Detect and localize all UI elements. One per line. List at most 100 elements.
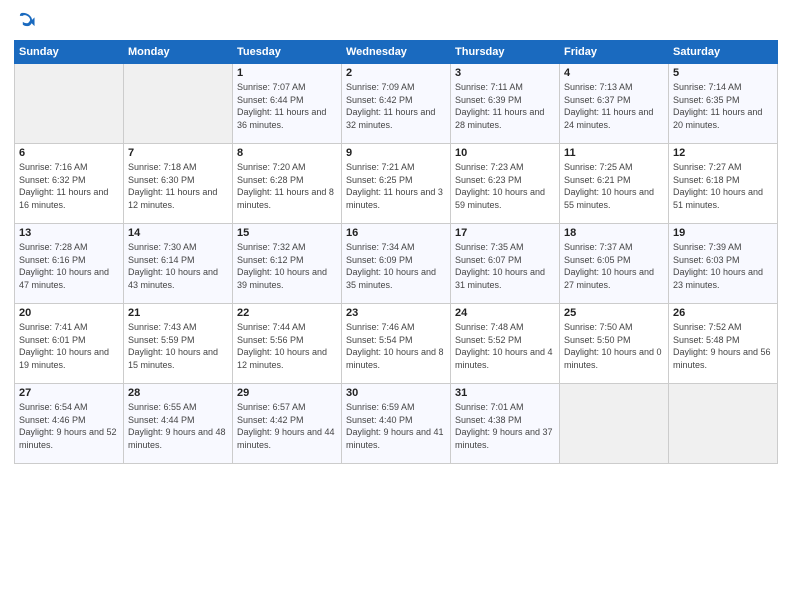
calendar-header: SundayMondayTuesdayWednesdayThursdayFrid… (15, 41, 778, 64)
calendar-cell: 14 Sunrise: 7:30 AM Sunset: 6:14 PM Dayli… (124, 224, 233, 304)
calendar-cell: 5Sunrise: 7:14 AM Sunset: 6:35 PM Daylig… (669, 64, 778, 144)
day-info: Sunrise: 7:43 AM Sunset: 5:59 PM Dayligh… (128, 321, 228, 371)
day-number: 22 (237, 307, 337, 319)
day-info: Sunrise: 7:34 AM Sunset: 6:09 PM Dayligh… (346, 241, 446, 291)
day-info: Sunrise: 7:50 AM Sunset: 5:50 PM Dayligh… (564, 321, 664, 371)
day-info: Sunrise: 6:54 AM Sunset: 4:46 PM Dayligh… (19, 401, 119, 451)
calendar-cell: 29 Sunrise: 6:57 AM Sunset: 4:42 PM Dayli… (233, 384, 342, 464)
day-number: 13 (19, 227, 119, 239)
calendar-week-2: 6 Sunrise: 7:16 AM Sunset: 6:32 PM Daylig… (15, 144, 778, 224)
weekday-header-wednesday: Wednesday (342, 41, 451, 64)
calendar-cell: 22 Sunrise: 7:44 AM Sunset: 5:56 PM Dayli… (233, 304, 342, 384)
calendar-cell: 27 Sunrise: 6:54 AM Sunset: 4:46 PM Dayli… (15, 384, 124, 464)
calendar-week-4: 20 Sunrise: 7:41 AM Sunset: 6:01 PM Dayli… (15, 304, 778, 384)
day-info: Sunrise: 7:18 AM Sunset: 6:30 PM Dayligh… (128, 161, 228, 211)
day-number: 31 (455, 387, 555, 399)
calendar-cell: 18Sunrise: 7:37 AM Sunset: 6:05 PM Dayli… (560, 224, 669, 304)
day-info: Sunrise: 7:35 AM Sunset: 6:07 PM Dayligh… (455, 241, 555, 291)
calendar-cell (124, 64, 233, 144)
day-number: 30 (346, 387, 446, 399)
weekday-header-saturday: Saturday (669, 41, 778, 64)
weekday-header-monday: Monday (124, 41, 233, 64)
day-info: Sunrise: 7:32 AM Sunset: 6:12 PM Dayligh… (237, 241, 337, 291)
calendar-cell: 16Sunrise: 7:34 AM Sunset: 6:09 PM Dayli… (342, 224, 451, 304)
day-info: Sunrise: 7:16 AM Sunset: 6:32 PM Dayligh… (19, 161, 119, 211)
calendar-cell: 26Sunrise: 7:52 AM Sunset: 5:48 PM Dayli… (669, 304, 778, 384)
calendar-cell: 7 Sunrise: 7:18 AM Sunset: 6:30 PM Daylig… (124, 144, 233, 224)
day-info: Sunrise: 7:20 AM Sunset: 6:28 PM Dayligh… (237, 161, 337, 211)
day-info: Sunrise: 7:52 AM Sunset: 5:48 PM Dayligh… (673, 321, 773, 371)
day-number: 15 (237, 227, 337, 239)
day-number: 27 (19, 387, 119, 399)
day-number: 19 (673, 227, 773, 239)
day-info: Sunrise: 7:41 AM Sunset: 6:01 PM Dayligh… (19, 321, 119, 371)
calendar-cell: 23 Sunrise: 7:46 AM Sunset: 5:54 PM Dayli… (342, 304, 451, 384)
day-number: 6 (19, 147, 119, 159)
day-number: 18 (564, 227, 664, 239)
calendar-cell: 1Sunrise: 7:07 AM Sunset: 6:44 PM Daylig… (233, 64, 342, 144)
calendar-cell: 19Sunrise: 7:39 AM Sunset: 6:03 PM Dayli… (669, 224, 778, 304)
calendar-cell: 17 Sunrise: 7:35 AM Sunset: 6:07 PM Dayli… (451, 224, 560, 304)
day-info: Sunrise: 7:30 AM Sunset: 6:14 PM Dayligh… (128, 241, 228, 291)
calendar-cell: 21 Sunrise: 7:43 AM Sunset: 5:59 PM Dayli… (124, 304, 233, 384)
header (14, 10, 778, 32)
day-number: 10 (455, 147, 555, 159)
day-number: 5 (673, 67, 773, 79)
day-info: Sunrise: 7:13 AM Sunset: 6:37 PM Dayligh… (564, 81, 664, 131)
calendar-cell: 31 Sunrise: 7:01 AM Sunset: 4:38 PM Dayli… (451, 384, 560, 464)
day-number: 20 (19, 307, 119, 319)
calendar-cell: 15 Sunrise: 7:32 AM Sunset: 6:12 PM Dayli… (233, 224, 342, 304)
weekday-row: SundayMondayTuesdayWednesdayThursdayFrid… (15, 41, 778, 64)
calendar-cell: 10 Sunrise: 7:23 AM Sunset: 6:23 PM Dayli… (451, 144, 560, 224)
calendar-cell: 12Sunrise: 7:27 AM Sunset: 6:18 PM Dayli… (669, 144, 778, 224)
weekday-header-sunday: Sunday (15, 41, 124, 64)
day-info: Sunrise: 7:01 AM Sunset: 4:38 PM Dayligh… (455, 401, 555, 451)
day-number: 17 (455, 227, 555, 239)
calendar-week-5: 27 Sunrise: 6:54 AM Sunset: 4:46 PM Dayli… (15, 384, 778, 464)
calendar-cell: 13 Sunrise: 7:28 AM Sunset: 6:16 PM Dayli… (15, 224, 124, 304)
day-info: Sunrise: 7:48 AM Sunset: 5:52 PM Dayligh… (455, 321, 555, 371)
calendar-cell: 6 Sunrise: 7:16 AM Sunset: 6:32 PM Daylig… (15, 144, 124, 224)
logo (14, 10, 40, 32)
day-info: Sunrise: 7:25 AM Sunset: 6:21 PM Dayligh… (564, 161, 664, 211)
day-info: Sunrise: 7:23 AM Sunset: 6:23 PM Dayligh… (455, 161, 555, 211)
day-info: Sunrise: 7:46 AM Sunset: 5:54 PM Dayligh… (346, 321, 446, 371)
calendar-table: SundayMondayTuesdayWednesdayThursdayFrid… (14, 40, 778, 464)
day-number: 7 (128, 147, 228, 159)
day-number: 24 (455, 307, 555, 319)
calendar-page: SundayMondayTuesdayWednesdayThursdayFrid… (0, 0, 792, 612)
calendar-cell: 28Sunrise: 6:55 AM Sunset: 4:44 PM Dayli… (124, 384, 233, 464)
day-number: 21 (128, 307, 228, 319)
day-number: 28 (128, 387, 228, 399)
day-info: Sunrise: 7:44 AM Sunset: 5:56 PM Dayligh… (237, 321, 337, 371)
day-number: 14 (128, 227, 228, 239)
calendar-week-1: 1Sunrise: 7:07 AM Sunset: 6:44 PM Daylig… (15, 64, 778, 144)
day-number: 1 (237, 67, 337, 79)
day-info: Sunrise: 6:57 AM Sunset: 4:42 PM Dayligh… (237, 401, 337, 451)
day-number: 29 (237, 387, 337, 399)
day-number: 2 (346, 67, 446, 79)
calendar-cell (669, 384, 778, 464)
day-info: Sunrise: 7:21 AM Sunset: 6:25 PM Dayligh… (346, 161, 446, 211)
day-info: Sunrise: 7:27 AM Sunset: 6:18 PM Dayligh… (673, 161, 773, 211)
day-info: Sunrise: 7:09 AM Sunset: 6:42 PM Dayligh… (346, 81, 446, 131)
day-info: Sunrise: 7:28 AM Sunset: 6:16 PM Dayligh… (19, 241, 119, 291)
day-number: 23 (346, 307, 446, 319)
calendar-cell: 3Sunrise: 7:11 AM Sunset: 6:39 PM Daylig… (451, 64, 560, 144)
calendar-cell: 20 Sunrise: 7:41 AM Sunset: 6:01 PM Dayli… (15, 304, 124, 384)
weekday-header-tuesday: Tuesday (233, 41, 342, 64)
day-number: 8 (237, 147, 337, 159)
calendar-cell: 4 Sunrise: 7:13 AM Sunset: 6:37 PM Daylig… (560, 64, 669, 144)
weekday-header-friday: Friday (560, 41, 669, 64)
calendar-cell: 30Sunrise: 6:59 AM Sunset: 4:40 PM Dayli… (342, 384, 451, 464)
logo-icon (14, 10, 36, 32)
day-number: 25 (564, 307, 664, 319)
calendar-cell: 8 Sunrise: 7:20 AM Sunset: 6:28 PM Daylig… (233, 144, 342, 224)
day-number: 4 (564, 67, 664, 79)
calendar-cell (15, 64, 124, 144)
calendar-cell: 24 Sunrise: 7:48 AM Sunset: 5:52 PM Dayli… (451, 304, 560, 384)
calendar-cell (560, 384, 669, 464)
weekday-header-thursday: Thursday (451, 41, 560, 64)
calendar-cell: 2 Sunrise: 7:09 AM Sunset: 6:42 PM Daylig… (342, 64, 451, 144)
calendar-body: 1Sunrise: 7:07 AM Sunset: 6:44 PM Daylig… (15, 64, 778, 464)
